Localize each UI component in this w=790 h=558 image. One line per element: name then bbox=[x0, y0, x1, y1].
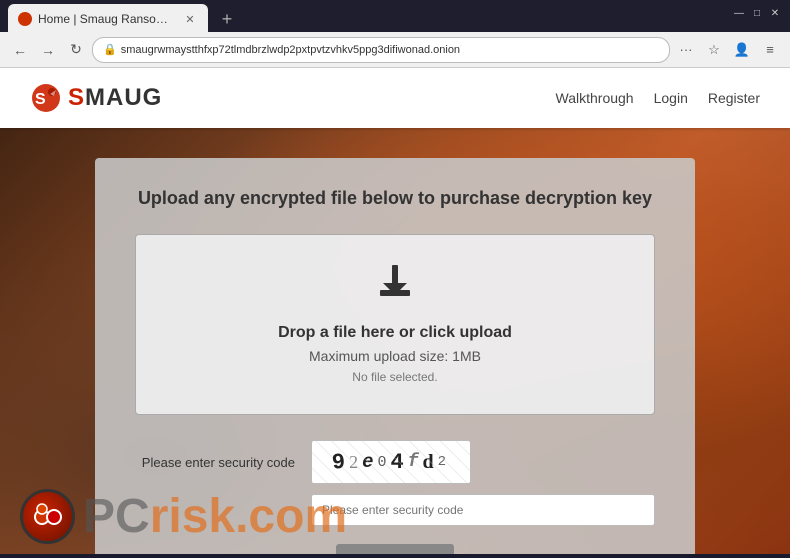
menu-button[interactable]: ≡ bbox=[758, 38, 782, 62]
new-tab-button[interactable]: + bbox=[212, 4, 242, 34]
upload-arrow-icon bbox=[370, 265, 420, 305]
tab-bar: Home | Smaug Ransomware ✕ + bbox=[8, 0, 728, 34]
captcha-char-2: 2 bbox=[349, 452, 362, 473]
panel-title: Upload any encrypted file below to purch… bbox=[135, 188, 655, 209]
captcha-image: 9 2 e 0 4 f d 2 bbox=[311, 440, 471, 484]
security-code-input[interactable] bbox=[311, 494, 655, 526]
title-bar: Home | Smaug Ransomware ✕ + — □ ✕ bbox=[0, 0, 790, 32]
address-bar: ← → ↻ 🔒 smaugrwmaystthfxp72tlmdbrzlwdp2p… bbox=[0, 32, 790, 68]
upload-subtitle: Maximum upload size: 1MB bbox=[166, 348, 624, 364]
browser-window: Home | Smaug Ransomware ✕ + — □ ✕ ← → ↻ … bbox=[0, 0, 790, 68]
maximize-button[interactable]: □ bbox=[750, 6, 764, 20]
back-button[interactable]: ← bbox=[8, 38, 32, 62]
upload-title: Drop a file here or click upload bbox=[166, 324, 624, 342]
upload-zone[interactable]: Drop a file here or click upload Maximum… bbox=[135, 234, 655, 415]
tab-favicon bbox=[18, 12, 32, 26]
watermark-risk: risk.com bbox=[150, 493, 347, 541]
captcha-char-1: 9 bbox=[331, 449, 350, 475]
active-tab[interactable]: Home | Smaug Ransomware ✕ bbox=[8, 4, 208, 34]
captcha-char-3: e bbox=[362, 451, 377, 473]
security-label: Please enter security code bbox=[135, 455, 295, 470]
watermark-circle bbox=[20, 489, 75, 544]
watermark-label: PC risk.com bbox=[83, 493, 347, 541]
captcha-char-7: d bbox=[423, 451, 438, 474]
nav-register[interactable]: Register bbox=[708, 90, 760, 106]
captcha-char-5: 4 bbox=[391, 450, 408, 475]
window-controls: — □ ✕ bbox=[732, 6, 782, 20]
watermark-icon bbox=[30, 499, 66, 535]
extensions-button[interactable]: ··· bbox=[674, 38, 698, 62]
watermark: PC risk.com bbox=[20, 489, 347, 544]
site-nav: Walkthrough Login Register bbox=[556, 90, 760, 106]
site-logo: S SMAUG bbox=[30, 82, 162, 114]
website: S SMAUG Walkthrough Login Register Uploa… bbox=[0, 68, 790, 554]
toolbar-right: ··· ☆ 👤 ≡ bbox=[674, 38, 782, 62]
logo-text: SMAUG bbox=[68, 84, 162, 112]
url-text: smaugrwmaystthfxp72tlmdbrzlwdp2pxtpvtzvh… bbox=[121, 44, 659, 56]
logo-icon: S bbox=[30, 82, 62, 114]
nav-login[interactable]: Login bbox=[654, 90, 688, 106]
captcha-char-6: f bbox=[408, 452, 423, 472]
captcha-row: Please enter security code 9 2 e 0 4 f d… bbox=[135, 440, 655, 484]
lock-icon: 🔒 bbox=[103, 43, 117, 56]
refresh-button[interactable]: ↻ bbox=[64, 38, 88, 62]
profile-button[interactable]: 👤 bbox=[730, 38, 754, 62]
close-window-button[interactable]: ✕ bbox=[768, 6, 782, 20]
captcha-char-8: 2 bbox=[438, 454, 450, 470]
forward-button[interactable]: → bbox=[36, 38, 60, 62]
site-header: S SMAUG Walkthrough Login Register bbox=[0, 68, 790, 128]
svg-text:S: S bbox=[35, 91, 46, 108]
submit-button[interactable]: submit bbox=[336, 544, 454, 554]
nav-walkthrough[interactable]: Walkthrough bbox=[556, 90, 634, 106]
url-bar[interactable]: 🔒 smaugrwmaystthfxp72tlmdbrzlwdp2pxtpvtz… bbox=[92, 37, 670, 63]
submit-row: submit bbox=[135, 544, 655, 554]
watermark-pc: PC bbox=[83, 493, 150, 541]
tab-close-button[interactable]: ✕ bbox=[182, 11, 198, 27]
bookmark-button[interactable]: ☆ bbox=[702, 38, 726, 62]
minimize-button[interactable]: — bbox=[732, 6, 746, 20]
upload-status: No file selected. bbox=[166, 370, 624, 384]
captcha-char-4: 0 bbox=[378, 454, 391, 471]
tab-title: Home | Smaug Ransomware bbox=[38, 12, 176, 26]
upload-icon bbox=[166, 265, 624, 314]
